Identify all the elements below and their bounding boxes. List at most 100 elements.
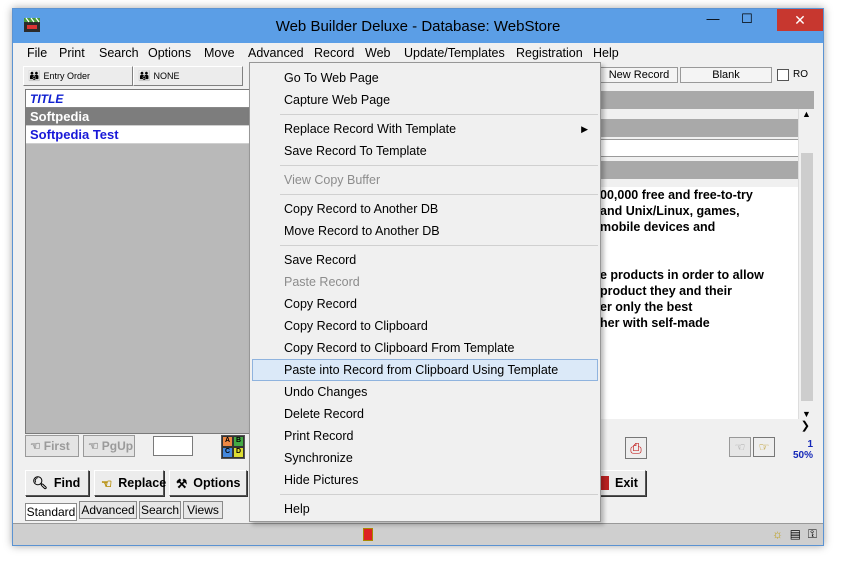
menu-advanced[interactable]: Advanced <box>248 46 304 60</box>
menu-registration[interactable]: Registration <box>516 46 583 60</box>
menu-separator <box>280 114 598 115</box>
sort-order-button[interactable]: 👪 Entry Order <box>23 66 133 86</box>
people-icon: 👪 <box>28 70 40 82</box>
menu-item-synchronize[interactable]: Synchronize <box>252 447 598 469</box>
ro-checkbox[interactable] <box>777 69 789 81</box>
tab-standard[interactable]: Standard <box>25 503 77 521</box>
people-icon: 👪 <box>138 70 150 82</box>
options-label: Options <box>193 476 241 490</box>
exit-button[interactable]: Exit <box>594 470 646 496</box>
list-item[interactable]: Softpedia <box>26 108 250 126</box>
menu-file[interactable]: File <box>27 46 47 60</box>
title-bar[interactable]: Web Builder Deluxe - Database: WebStore … <box>13 9 823 43</box>
menu-item-copy-record-to-clipboard-from-template[interactable]: Copy Record to Clipboard From Template <box>252 337 598 359</box>
vertical-scrollbar[interactable]: ▲ ▼ <box>798 109 814 419</box>
menu-item-capture-web-page[interactable]: Capture Web Page <box>252 89 598 111</box>
menu-search[interactable]: Search <box>99 46 139 60</box>
marker-icon <box>363 528 373 541</box>
blank-button[interactable]: Blank <box>680 67 772 83</box>
body-line: 00,000 free and free-to-try <box>600 188 753 202</box>
ro-label: RO <box>793 69 808 80</box>
body-line: her with self-made <box>600 316 710 330</box>
record-number-input[interactable] <box>153 436 193 456</box>
record-detail-panel: 00,000 free and free-to-try and Unix/Lin… <box>600 89 814 435</box>
menu-web[interactable]: Web <box>365 46 390 60</box>
options-button[interactable]: ⚒ Options <box>169 470 247 496</box>
sort-order-label: Entry Order <box>43 71 90 81</box>
print-preview-icon[interactable]: ⎙ <box>625 437 647 459</box>
menu-separator <box>280 245 598 246</box>
tab-search[interactable]: Search <box>139 501 181 519</box>
zoom-indicator: 1 50% <box>793 439 813 461</box>
menu-options[interactable]: Options <box>148 46 191 60</box>
menu-item-copy-record-to-clipboard[interactable]: Copy Record to Clipboard <box>252 315 598 337</box>
menu-move[interactable]: Move <box>204 46 235 60</box>
replace-button[interactable]: ☜ Replace <box>94 470 167 496</box>
menu-item-replace-record-with-template[interactable]: Replace Record With Template ▶ <box>252 118 598 140</box>
minimize-button[interactable]: — <box>699 9 727 31</box>
menu-item-paste-into-record-from-clipboard-using-template[interactable]: Paste into Record from Clipboard Using T… <box>252 359 598 381</box>
close-button[interactable]: ✕ <box>777 9 823 31</box>
submenu-arrow-icon: ▶ <box>581 124 588 134</box>
menu-separator <box>280 194 598 195</box>
detail-field-header <box>600 161 814 179</box>
scroll-down-icon[interactable]: ▼ <box>802 409 811 419</box>
detail-field[interactable] <box>600 139 814 157</box>
pgup-button[interactable]: ☜ PgUp <box>83 435 135 457</box>
detail-field-header <box>600 91 814 109</box>
menu-item-undo-changes[interactable]: Undo Changes <box>252 381 598 403</box>
record-body-text[interactable]: 00,000 free and free-to-try and Unix/Lin… <box>600 187 800 419</box>
menu-item-copy-record-to-another-db[interactable]: Copy Record to Another DB <box>252 198 598 220</box>
menu-item-hide-pictures[interactable]: Hide Pictures <box>252 469 598 491</box>
menu-item-save-record-to-template[interactable]: Save Record To Template <box>252 140 598 162</box>
body-line: and Unix/Linux, games, <box>600 204 740 218</box>
menu-item-save-record[interactable]: Save Record <box>252 249 598 271</box>
find-button[interactable]: 🔍︎ Find <box>25 470 89 496</box>
hand-right-icon[interactable]: ☞ <box>753 437 775 457</box>
scroll-up-icon[interactable]: ▲ <box>802 109 811 119</box>
menu-separator <box>280 165 598 166</box>
maximize-button[interactable]: ☐ <box>733 9 761 31</box>
abc-letter: A <box>222 436 233 447</box>
tools-icon: ⚒ <box>176 476 188 491</box>
tab-advanced[interactable]: Advanced <box>79 501 137 519</box>
menu-item-copy-record[interactable]: Copy Record <box>252 293 598 315</box>
menu-item-move-record-to-another-db[interactable]: Move Record to Another DB <box>252 220 598 242</box>
body-line: e products in order to allow <box>600 268 764 282</box>
abc-letter: C <box>222 447 233 458</box>
filter-label: NONE <box>153 71 180 81</box>
list-header-title: TITLE <box>26 90 250 108</box>
lightbulb-icon[interactable]: ☼ <box>772 527 783 541</box>
abc-blocks-icon[interactable]: A B C D <box>221 435 245 459</box>
list-item[interactable]: Softpedia Test <box>26 126 250 144</box>
menu-help[interactable]: Help <box>593 46 619 60</box>
scroll-right-icon[interactable]: ❯ <box>801 419 810 432</box>
replace-label: Replace <box>118 476 167 490</box>
lock-icon[interactable]: ⚿ <box>808 527 817 542</box>
menu-record[interactable]: Record <box>314 46 354 60</box>
hand-left-icon[interactable]: ☜ <box>729 437 751 457</box>
horizontal-scrollbar[interactable]: ❯ <box>600 419 814 435</box>
magnifier-icon: 🔍︎ <box>32 475 48 490</box>
menu-bar: File Print Search Options Move Advanced … <box>13 43 823 63</box>
menu-print[interactable]: Print <box>59 46 85 60</box>
status-bar: ☼ ▤ ⚿ <box>13 523 823 545</box>
menu-item-print-record[interactable]: Print Record <box>252 425 598 447</box>
body-line: product they and their <box>600 284 732 298</box>
exit-label: Exit <box>615 476 638 490</box>
filter-button[interactable]: 👪 NONE <box>133 66 243 86</box>
scrollbar-thumb[interactable] <box>801 153 813 401</box>
tab-views[interactable]: Views <box>183 501 223 519</box>
menu-update-templates[interactable]: Update/Templates <box>404 46 505 60</box>
menu-item-help[interactable]: Help <box>252 498 598 520</box>
new-record-button[interactable]: New Record <box>600 67 678 83</box>
abc-letter: D <box>233 447 244 458</box>
menu-item-go-to-web-page[interactable]: Go To Web Page <box>252 67 598 89</box>
menu-item-view-copy-buffer: View Copy Buffer <box>284 173 381 187</box>
first-button[interactable]: ☜ First <box>25 435 79 457</box>
body-line <box>600 251 800 267</box>
record-list[interactable]: TITLE Softpedia Softpedia Test <box>25 89 251 434</box>
document-icon[interactable]: ▤ <box>790 527 801 541</box>
first-label: First <box>43 439 70 453</box>
menu-item-delete-record[interactable]: Delete Record <box>252 403 598 425</box>
